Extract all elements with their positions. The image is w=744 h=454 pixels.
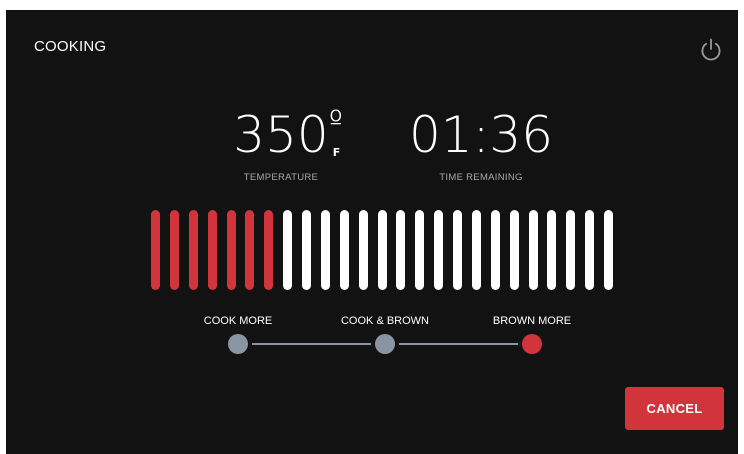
progress-segment[interactable] <box>245 210 255 290</box>
progress-segment[interactable] <box>207 210 217 290</box>
progress-segment[interactable] <box>358 210 368 290</box>
power-icon <box>701 38 721 61</box>
browning-selector: COOK MORE COOK & BROWN BROWN MORE <box>196 310 586 360</box>
progress-segment[interactable] <box>377 210 387 290</box>
progress-bars <box>151 210 613 290</box>
progress-segment[interactable] <box>528 210 538 290</box>
option-label-cook-and-brown[interactable]: COOK & BROWN <box>341 315 429 327</box>
option-dot-cook-and-brown[interactable] <box>375 334 395 354</box>
progress-segment[interactable] <box>339 210 349 290</box>
page-title: COOKING <box>34 38 107 55</box>
selector-track <box>252 343 371 345</box>
time-remaining-label: TIME REMAINING <box>439 172 523 183</box>
option-label-brown-more[interactable]: BROWN MORE <box>493 315 571 327</box>
progress-segment[interactable] <box>509 210 519 290</box>
progress-segment[interactable] <box>415 210 425 290</box>
cooking-screen: COOKING 350 º F TEMPERATURE 01:36 TIME R… <box>6 10 738 454</box>
option-label-cook-more[interactable]: COOK MORE <box>204 315 272 327</box>
progress-segment[interactable] <box>566 210 576 290</box>
progress-segment[interactable] <box>547 210 557 290</box>
time-remaining-value: 01:36 <box>408 106 554 164</box>
temperature-unit: F <box>332 146 341 159</box>
progress-segment[interactable] <box>151 210 160 290</box>
time-readout: 01:36 TIME REMAINING <box>401 110 561 183</box>
progress-segment[interactable] <box>471 210 481 290</box>
option-dot-cook-more[interactable] <box>228 334 248 354</box>
progress-segment[interactable] <box>169 210 179 290</box>
progress-segment[interactable] <box>264 210 274 290</box>
progress-segment[interactable] <box>283 210 293 290</box>
progress-segment[interactable] <box>320 210 330 290</box>
selector-track <box>399 343 518 345</box>
progress-segment[interactable] <box>453 210 462 290</box>
degree-symbol: º <box>328 105 343 140</box>
cancel-button[interactable]: CANCEL <box>625 387 724 430</box>
temperature-readout: 350 º F TEMPERATURE <box>216 105 346 184</box>
power-button[interactable] <box>698 37 724 63</box>
progress-segment[interactable] <box>585 210 595 290</box>
progress-segment[interactable] <box>604 210 613 290</box>
progress-segment[interactable] <box>396 210 406 290</box>
progress-segment[interactable] <box>302 210 311 290</box>
progress-segment[interactable] <box>226 210 236 290</box>
option-dot-brown-more[interactable] <box>522 334 542 354</box>
temperature-value: 350 <box>233 106 329 164</box>
progress-segment[interactable] <box>434 210 444 290</box>
temperature-label: TEMPERATURE <box>243 172 319 183</box>
progress-segment[interactable] <box>490 210 500 290</box>
progress-segment[interactable] <box>188 210 198 290</box>
